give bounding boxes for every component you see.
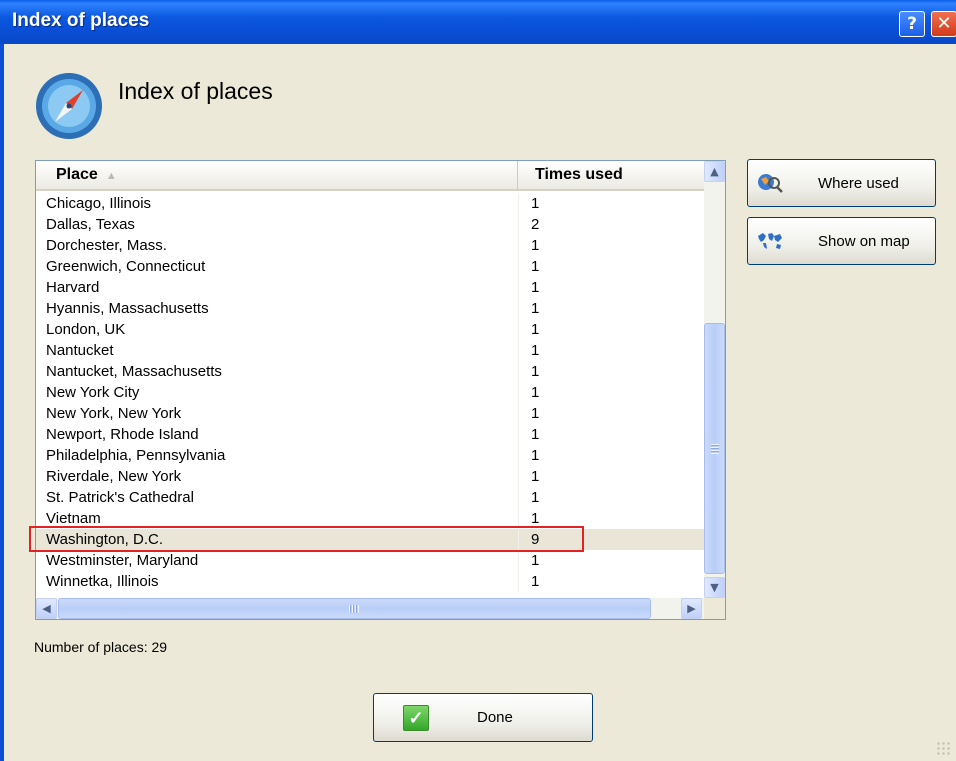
checkmark-icon: ✓ [403,705,429,731]
place-cell: Dallas, Texas [46,216,135,233]
table-row[interactable]: Greenwich, Connecticut 1 [36,256,704,277]
scroll-right-button[interactable]: ▶ [681,598,702,619]
where-used-button[interactable]: Where used [747,159,936,207]
table-row[interactable]: Harvard 1 [36,277,704,298]
done-label: Done [477,709,513,726]
scroll-up-button[interactable]: ▲ [704,161,725,182]
times-used-cell: 1 [531,573,540,590]
world-map-icon [758,233,782,249]
table-row[interactable]: Westminster, Maryland 1 [36,550,704,571]
place-cell: Nantucket, Massachusetts [46,363,222,380]
times-used-cell: 1 [531,468,540,485]
scroll-down-button[interactable]: ▼ [704,577,725,598]
times-used-cell: 2 [531,216,540,233]
vertical-scroll-thumb[interactable] [704,323,725,574]
times-used-cell: 1 [531,237,540,254]
window-title: Index of places [12,10,150,31]
where-used-label: Where used [818,175,899,192]
sort-ascending-icon: ▲ [105,170,117,182]
compass-icon [36,73,102,139]
times-used-cell: 1 [531,342,540,359]
table-row[interactable]: Dallas, Texas 2 [36,214,704,235]
table-row[interactable]: New York, New York 1 [36,403,704,424]
place-cell: New York, New York [46,405,182,422]
table-row[interactable]: London, UK 1 [36,319,704,340]
table-row[interactable]: Nantucket 1 [36,340,704,361]
page-title: Index of places [118,78,273,104]
table-row[interactable]: Newport, Rhode Island 1 [36,424,704,445]
list-header: Place ▲ Times used [36,161,704,191]
place-cell: Dorchester, Mass. [46,237,167,254]
table-row[interactable]: New York City 1 [36,382,704,403]
table-row[interactable]: Dorchester, Mass. 1 [36,235,704,256]
table-row[interactable]: Hyannis, Massachusetts 1 [36,298,704,319]
grip-icon [349,605,359,613]
place-cell: St. Patrick's Cathedral [46,489,194,506]
vertical-scrollbar[interactable]: ▲ ▼ [704,161,725,598]
index-of-places-dialog: Index of places ? ✕ Index of places Plac… [0,0,956,761]
table-row[interactable]: Winnetka, Illinois 1 [36,571,704,592]
scroll-left-button[interactable]: ◀ [36,598,57,619]
table-row[interactable]: Chicago, Illinois 1 [36,193,704,214]
times-used-cell: 1 [531,447,540,464]
table-row[interactable]: Riverdale, New York 1 [36,466,704,487]
times-used-cell: 1 [531,195,540,212]
window-border [0,44,4,761]
title-bar[interactable]: Index of places ? ✕ [0,0,956,44]
place-cell: London, UK [46,321,126,338]
column-header-times-used[interactable]: Times used [519,161,704,191]
place-cell: Vietnam [46,510,101,527]
place-cell: Winnetka, Illinois [46,573,159,590]
resize-grip-icon[interactable] [936,741,952,757]
place-cell: Harvard [46,279,100,296]
table-row[interactable]: Philadelphia, Pennsylvania 1 [36,445,704,466]
horizontal-scroll-thumb[interactable] [58,598,651,619]
times-used-cell: 1 [531,510,540,527]
place-cell: Hyannis, Massachusetts [46,300,209,317]
times-used-cell: 1 [531,321,540,338]
times-used-cell: 1 [531,300,540,317]
horizontal-scrollbar[interactable]: ◀ ▶ [36,598,704,619]
times-used-cell: 1 [531,279,540,296]
times-used-cell: 1 [531,405,540,422]
place-cell: New York City [46,384,140,401]
column-header-place[interactable]: Place ▲ [36,161,518,191]
close-button[interactable]: ✕ [931,11,956,37]
place-cell: Greenwich, Connecticut [46,258,206,275]
times-used-cell: 1 [531,489,540,506]
place-cell: Philadelphia, Pennsylvania [46,447,226,464]
place-cell: Chicago, Illinois [46,195,152,212]
times-used-cell: 1 [531,552,540,569]
search-map-icon [758,174,783,193]
place-cell: Nantucket [46,342,114,359]
show-on-map-button[interactable]: Show on map [747,217,936,265]
place-cell: Riverdale, New York [46,468,182,485]
selection-highlight [29,526,584,552]
place-cell: Westminster, Maryland [46,552,199,569]
done-button[interactable]: ✓ Done [373,693,593,742]
places-count-text: Number of places: 29 [34,639,168,655]
times-used-cell: 1 [531,426,540,443]
help-button[interactable]: ? [899,11,925,37]
scrollbar-corner [704,598,725,619]
show-on-map-label: Show on map [818,233,910,250]
column-header-place-label: Place [56,166,98,183]
grip-icon [711,444,719,454]
times-used-cell: 1 [531,363,540,380]
place-cell: Newport, Rhode Island [46,426,199,443]
table-row[interactable]: Nantucket, Massachusetts 1 [36,361,704,382]
table-row[interactable]: St. Patrick's Cathedral 1 [36,487,704,508]
times-used-cell: 1 [531,384,540,401]
times-used-cell: 1 [531,258,540,275]
